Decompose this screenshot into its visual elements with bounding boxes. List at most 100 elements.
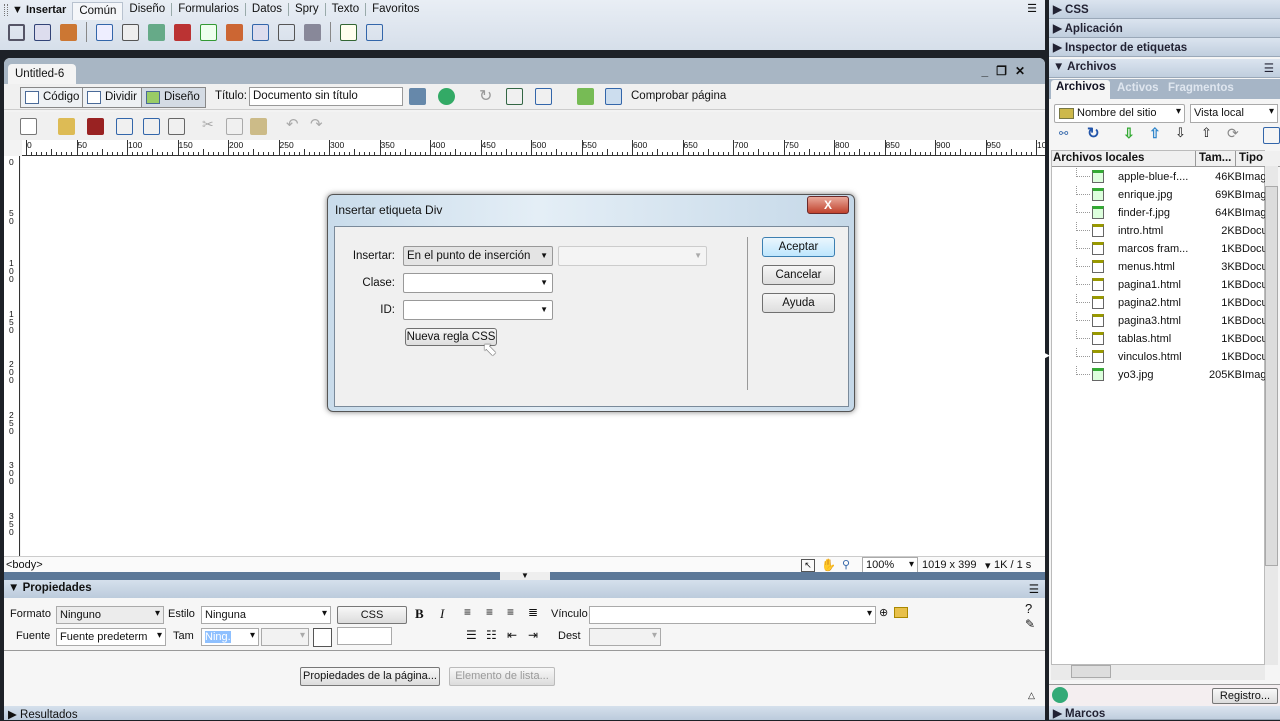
font-select[interactable]: Fuente predeterm: [56, 628, 166, 646]
new-document-icon[interactable]: [20, 118, 37, 135]
site-log-icon[interactable]: [1052, 687, 1068, 703]
media-icon[interactable]: [174, 23, 191, 41]
window-size-arrow-icon[interactable]: ▾: [985, 559, 991, 572]
view-select[interactable]: Vista local: [1190, 104, 1278, 123]
file-row[interactable]: pagina2.html1KBDocumento: [1052, 294, 1272, 312]
css-button[interactable]: CSS: [337, 606, 407, 624]
italic-button[interactable]: I: [440, 606, 444, 622]
ok-button[interactable]: Aceptar: [762, 237, 835, 257]
grip-handle[interactable]: [4, 3, 8, 16]
refresh-icon[interactable]: ↻: [1087, 124, 1100, 142]
document-tab[interactable]: Untitled-6: [8, 64, 76, 84]
file-row[interactable]: menus.html3KBDocumento: [1052, 258, 1272, 276]
text-color-picker[interactable]: [313, 628, 332, 647]
text-color-input[interactable]: [337, 627, 392, 645]
save-icon[interactable]: [116, 118, 133, 135]
get-files-icon[interactable]: ⇩: [1123, 125, 1135, 142]
panel-menu-icon[interactable]: ☰: [1029, 582, 1039, 596]
link-input[interactable]: [589, 606, 876, 624]
tab-spry[interactable]: Spry: [289, 3, 326, 16]
check-in-icon[interactable]: ⇧: [1201, 125, 1212, 141]
tab-comun[interactable]: Común: [72, 1, 124, 20]
files-list[interactable]: Archivos locales Tam... Tipo apple-blue-…: [1051, 150, 1280, 665]
visual-aids-icon[interactable]: [535, 88, 552, 105]
help-icon[interactable]: ?: [1025, 601, 1032, 616]
check-page-icon[interactable]: [605, 88, 622, 105]
panel-marcos[interactable]: ▶ Marcos: [1049, 706, 1280, 720]
check-page-button[interactable]: Comprobar página: [631, 90, 726, 102]
class-select[interactable]: [403, 273, 553, 293]
hyperlink-icon[interactable]: [8, 23, 25, 41]
justify-icon[interactable]: ≣: [528, 605, 538, 619]
file-management-icon[interactable]: [409, 88, 426, 105]
col-local-files[interactable]: Archivos locales: [1053, 152, 1144, 164]
file-row[interactable]: tablas.html1KBDocumento: [1052, 330, 1272, 348]
file-row[interactable]: apple-blue-f....46KBImagen: [1052, 168, 1272, 186]
redo-icon[interactable]: ↷: [310, 115, 323, 133]
tag-chooser-icon[interactable]: [366, 23, 383, 41]
collapse-arrow-icon[interactable]: ▼: [500, 572, 550, 580]
put-files-icon[interactable]: ⇧: [1149, 125, 1161, 142]
div-tag-icon[interactable]: [122, 23, 139, 41]
server-include-icon[interactable]: [226, 23, 243, 41]
save-all-icon[interactable]: [143, 118, 160, 135]
expand-panel-icon[interactable]: △: [1028, 690, 1035, 701]
browse-bridge-icon[interactable]: [87, 118, 104, 135]
tab-favoritos[interactable]: Favoritos: [366, 3, 425, 16]
synchronize-icon[interactable]: ⟳: [1227, 125, 1239, 142]
file-row[interactable]: pagina3.html1KBDocumento: [1052, 312, 1272, 330]
email-link-icon[interactable]: [34, 23, 51, 41]
point-to-file-icon[interactable]: ⊕: [879, 606, 888, 619]
tab-texto[interactable]: Texto: [326, 3, 367, 16]
select-tool-icon[interactable]: ↖: [801, 559, 815, 572]
target-select[interactable]: [589, 628, 661, 646]
list-item-button[interactable]: Elemento de lista...: [449, 667, 555, 686]
tab-fragmentos[interactable]: Fragmentos: [1168, 82, 1234, 94]
zoom-tool-icon[interactable]: ⚲: [842, 558, 850, 571]
head-icon[interactable]: [278, 23, 295, 41]
style-select[interactable]: Ninguna: [201, 606, 331, 624]
hand-tool-icon[interactable]: ✋: [821, 558, 836, 572]
scroll-thumb[interactable]: [1071, 665, 1111, 678]
properties-header[interactable]: ▼ Propiedades ☰: [4, 580, 1045, 598]
id-select[interactable]: [403, 300, 553, 320]
tab-archivos[interactable]: Archivos: [1051, 80, 1111, 99]
table-icon[interactable]: [96, 23, 113, 41]
view-options-icon[interactable]: [506, 88, 523, 105]
print-icon[interactable]: [168, 118, 185, 135]
file-row[interactable]: yo3.jpg205KBImagen: [1052, 366, 1272, 384]
paste-icon[interactable]: [250, 118, 267, 135]
cancel-button[interactable]: Cancelar: [762, 265, 835, 285]
insert-position-select[interactable]: En el punto de inserción: [403, 246, 553, 266]
comment-icon[interactable]: [252, 23, 269, 41]
close-icon[interactable]: ✕: [1015, 64, 1033, 78]
restore-icon[interactable]: ❐: [996, 64, 1015, 78]
collapse-panel-icon[interactable]: ▶: [1043, 350, 1050, 361]
undo-icon[interactable]: ↶: [286, 115, 299, 133]
col-size[interactable]: Tam...: [1195, 151, 1234, 167]
file-row[interactable]: intro.html2KBDocumento: [1052, 222, 1272, 240]
split-view-button[interactable]: Dividir: [82, 87, 143, 108]
panel-aplicacion[interactable]: ▶ Aplicación: [1049, 19, 1280, 38]
indent-icon[interactable]: ⇥: [528, 628, 538, 642]
design-view-button[interactable]: Diseño: [141, 87, 206, 108]
insert-target-select[interactable]: [558, 246, 707, 266]
window-size-select[interactable]: 1019 x 399: [922, 559, 976, 571]
outdent-icon[interactable]: ⇤: [507, 628, 517, 642]
align-right-icon[interactable]: ≡: [507, 605, 514, 619]
panel-menu-icon[interactable]: ☰: [1027, 2, 1037, 15]
panel-menu-icon[interactable]: ☰: [1264, 61, 1274, 75]
page-properties-button[interactable]: Propiedades de la página...: [300, 667, 440, 686]
bold-button[interactable]: B: [415, 606, 424, 622]
file-row[interactable]: finder-f.jpg64KBImagen: [1052, 204, 1272, 222]
zoom-select[interactable]: 100%: [862, 557, 918, 573]
tab-datos[interactable]: Datos: [246, 3, 289, 16]
validate-icon[interactable]: [577, 88, 594, 105]
quick-tag-editor-icon[interactable]: ✎: [1025, 617, 1035, 631]
align-center-icon[interactable]: ≡: [486, 605, 493, 619]
help-button[interactable]: Ayuda: [762, 293, 835, 313]
file-row[interactable]: marcos fram...1KBDocumento: [1052, 240, 1272, 258]
format-select[interactable]: Ninguno: [56, 606, 164, 624]
copy-icon[interactable]: [226, 118, 243, 135]
preview-browser-icon[interactable]: [438, 88, 455, 105]
